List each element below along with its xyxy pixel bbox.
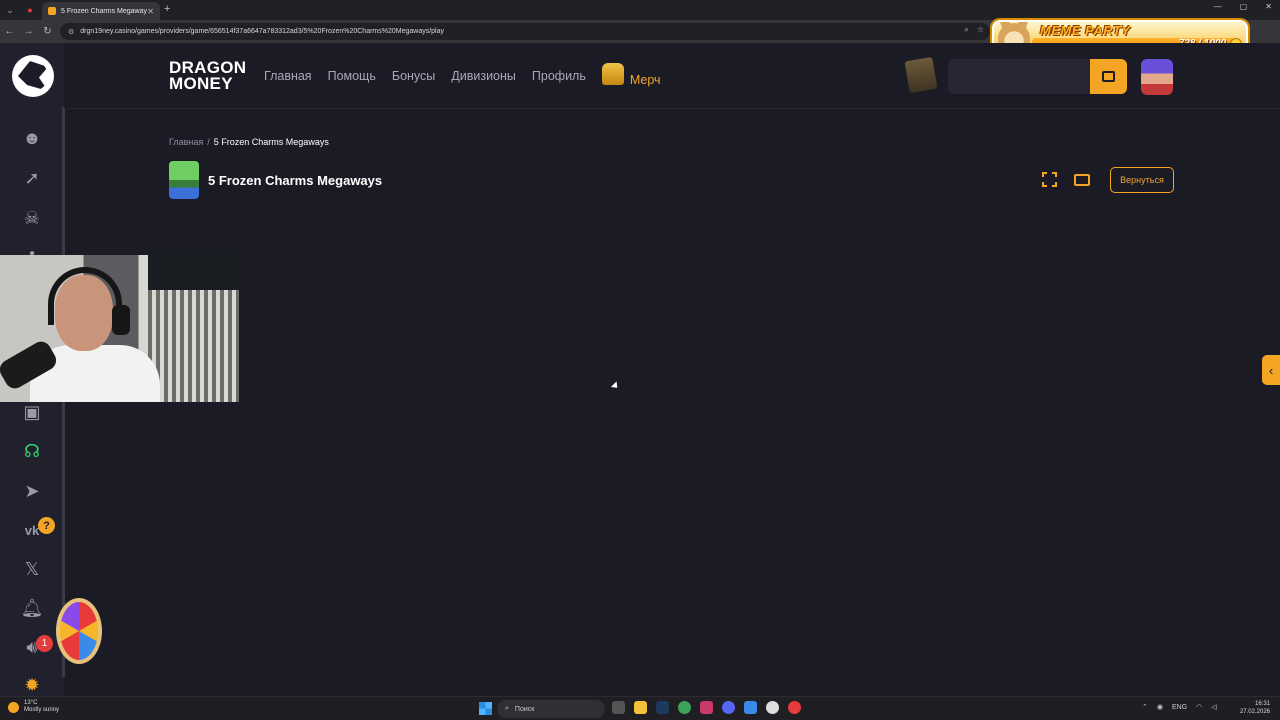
reload-icon[interactable]: ↻: [38, 26, 57, 37]
return-button[interactable]: Вернуться: [1110, 167, 1174, 193]
user-avatar[interactable]: [1141, 59, 1173, 95]
tab-search-icon[interactable]: ⌄: [0, 0, 20, 20]
x-icon[interactable]: 𝕏: [20, 557, 44, 581]
site-info-icon[interactable]: ⚙: [68, 28, 74, 36]
taskbar-search-placeholder: Поиск: [514, 705, 535, 713]
slot-machine-icon[interactable]: ▣: [20, 400, 44, 424]
page-title: 5 Frozen Charms Megaways: [208, 173, 383, 188]
taskbar-apps: [612, 701, 801, 714]
maximize-icon[interactable]: ▢: [1240, 2, 1248, 11]
browser-tab[interactable]: 5 Frozen Charms Megaways ✕: [42, 2, 160, 20]
nav-divisions[interactable]: Дивизионы: [451, 69, 516, 91]
forward-arrow-icon[interactable]: →: [19, 26, 38, 37]
browser-tab-strip: ⌄ ● 5 Frozen Charms Megaways ✕ + — ▢ ✕: [0, 0, 1280, 20]
mouse-cursor-icon: [610, 381, 621, 391]
help-badge: ?: [38, 517, 55, 534]
site-header: DRAGON MONEY Главная Помощь Бонусы Дивиз…: [64, 43, 1280, 109]
new-tab-icon[interactable]: +: [164, 3, 170, 15]
chevron-left-icon[interactable]: ‹: [1262, 355, 1280, 385]
fortune-wheel-icon[interactable]: [56, 598, 102, 664]
skull-icon[interactable]: ☠: [20, 206, 44, 230]
theater-mode-icon[interactable]: [1074, 174, 1090, 186]
url-text: drgn19ney.casino/games/providers/game/65…: [80, 28, 445, 35]
balance-field[interactable]: [948, 59, 1091, 94]
nav-profile[interactable]: Профиль: [532, 69, 586, 91]
windows-taskbar: 13°C Mostly sunny ⌕ Поиск ⌃ ◉ ENG ◠ ◁ 16…: [0, 696, 1280, 720]
close-window-icon[interactable]: ✕: [1265, 2, 1272, 11]
wallet-button[interactable]: [1090, 59, 1127, 94]
main-nav: Главная Помощь Бонусы Дивизионы Профиль …: [264, 63, 661, 91]
merch-hoodie-icon: [601, 63, 624, 85]
window-controls: — ▢ ✕: [1214, 2, 1272, 11]
clock-time: 16:31: [1254, 701, 1270, 707]
telegram-app-icon[interactable]: [744, 701, 757, 714]
rocket-icon[interactable]: ➚: [20, 166, 44, 190]
dragon-logo-icon[interactable]: [12, 55, 54, 97]
telegram-icon[interactable]: ➤: [20, 479, 44, 503]
speaker-icon[interactable]: ◁: [1211, 703, 1216, 711]
nav-home[interactable]: Главная: [264, 69, 312, 91]
wallet-icon: [1102, 71, 1115, 82]
weather-temp: 13°C: [24, 700, 38, 706]
breadcrumb-home[interactable]: Главная: [169, 137, 203, 147]
zoom-icon[interactable]: ⌕: [964, 25, 968, 35]
discord-icon[interactable]: [722, 701, 735, 714]
system-tray: ⌃ ◉ ENG ◠ ◁: [1142, 703, 1217, 712]
bell-icon[interactable]: 🔔︎: [20, 596, 44, 620]
nav-bonuses[interactable]: Бонусы: [392, 69, 435, 91]
audio-icon[interactable]: ●: [20, 0, 40, 20]
tab-favicon-icon: [48, 7, 56, 15]
windows-start-icon[interactable]: [479, 702, 492, 715]
task-view-icon[interactable]: [612, 701, 625, 714]
app-icon[interactable]: [766, 701, 779, 714]
record-app-icon[interactable]: [788, 701, 801, 714]
meme-party-title: MEME PARTY: [1040, 23, 1131, 38]
bookmark-star-icon[interactable]: ☆: [977, 25, 984, 35]
lightbulb-icon[interactable]: ✹: [20, 673, 44, 697]
brand-logo[interactable]: DRAGON MONEY: [169, 59, 246, 93]
sun-icon: [8, 701, 19, 713]
fullscreen-icon[interactable]: [1042, 172, 1057, 187]
breadcrumb-current: 5 Frozen Charms Megaways: [213, 137, 329, 147]
weather-widget[interactable]: 13°C Mostly sunny: [8, 700, 59, 714]
breadcrumb-separator: /: [207, 137, 210, 147]
taskbar-search[interactable]: ⌕ Поиск: [497, 700, 605, 718]
nav-merch[interactable]: Мерч: [601, 63, 661, 91]
nav-help[interactable]: Помощь: [328, 69, 376, 91]
clock-date: 27.02.2026: [1239, 709, 1270, 715]
smile-icon[interactable]: ☻: [20, 126, 44, 150]
nav-merch-label: Мерч: [629, 73, 661, 87]
game-thumbnail: [169, 161, 199, 199]
webcam-overlay: [0, 255, 239, 402]
clock[interactable]: 16:31 27.02.2026: [1240, 700, 1270, 716]
tray-chevron-icon[interactable]: ⌃: [1142, 703, 1148, 711]
steam-icon[interactable]: [656, 701, 669, 714]
notification-badge: 1: [36, 635, 53, 652]
tray-app-icon[interactable]: ◉: [1157, 703, 1163, 711]
brand-line-2: MONEY: [169, 74, 233, 93]
search-icon: ⌕: [505, 705, 509, 712]
terminal-icon[interactable]: [700, 701, 713, 714]
wifi-icon[interactable]: ◠: [1196, 703, 1202, 711]
chrome-icon[interactable]: [678, 701, 691, 714]
treasure-chest-icon[interactable]: [904, 56, 938, 94]
tab-title: 5 Frozen Charms Megaways: [61, 7, 148, 15]
address-bar[interactable]: ⚙ drgn19ney.casino/games/providers/game/…: [60, 23, 990, 40]
minimize-icon[interactable]: —: [1214, 2, 1222, 11]
file-explorer-icon[interactable]: [634, 701, 647, 714]
language-indicator[interactable]: ENG: [1172, 704, 1187, 711]
breadcrumb: Главная /5 Frozen Charms Megaways: [169, 137, 329, 147]
back-arrow-icon[interactable]: ←: [0, 26, 19, 37]
tab-close-icon[interactable]: ✕: [147, 7, 154, 16]
weather-text: Mostly sunny: [24, 707, 60, 713]
headset-support-icon[interactable]: ☊: [20, 439, 44, 463]
